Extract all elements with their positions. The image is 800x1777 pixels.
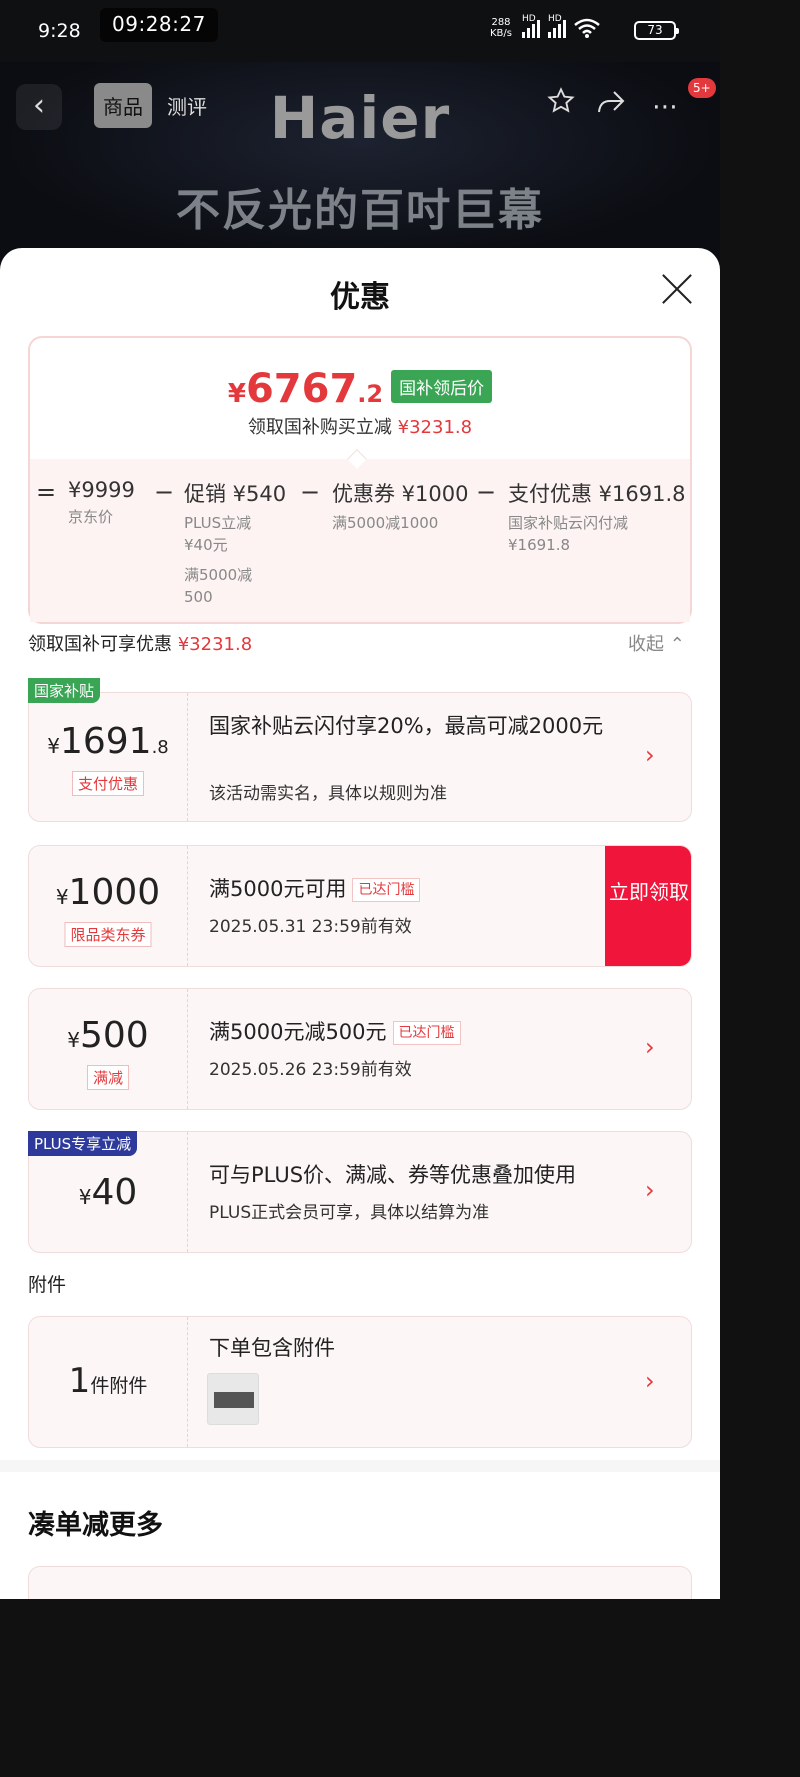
- chevron-right-icon: ›: [645, 1367, 655, 1395]
- status-bar: 9:28 09:28:27 288 KB/s HD HD 73: [0, 0, 720, 62]
- coupon-card[interactable]: ¥1000 限品类东券 满5000元可用 已达门槛 2025.05.31 23:5…: [28, 845, 692, 967]
- threshold-met-tag: 已达门槛: [392, 1021, 461, 1045]
- claim-button[interactable]: 立即领取: [605, 846, 691, 966]
- plus-sub: PLUS正式会员可享，具体以结算为准: [209, 1203, 490, 1223]
- subsidy-tag: 支付优惠: [71, 771, 145, 796]
- coupon-tag: 限品类东券: [64, 922, 152, 947]
- signal-icon: HD: [522, 14, 540, 38]
- subsidy-sub: 该活动需实名，具体以规则为准: [209, 784, 447, 804]
- op-equals: =: [36, 478, 57, 506]
- price-summary: ¥6767.2 国补领后价 领取国补购买立减 ¥3231.8 = ¥9999 京东…: [28, 336, 692, 624]
- accessory-count: 1件附件: [68, 1361, 148, 1401]
- breakdown-promotion: 促销 ¥540 PLUS立减 ¥40元 满5000减 500: [184, 482, 287, 606]
- subsidy-title: 国家补贴云闪付享20%，最高可减2000元: [209, 714, 604, 738]
- notification-badge: 5+: [688, 78, 716, 98]
- network-speed: 288 KB/s: [490, 17, 512, 39]
- final-price-sub: 领取国补购买立减 ¥3231.8: [247, 417, 473, 438]
- close-icon[interactable]: [660, 272, 694, 306]
- sheet-title: 优惠: [330, 280, 390, 315]
- reduction-tag: 满减: [86, 1065, 130, 1090]
- coupon-expiry: 2025.05.31 23:59前有效: [209, 917, 412, 937]
- section-gap: [0, 1460, 720, 1472]
- battery-icon: 73: [634, 21, 679, 40]
- tab-product[interactable]: 商品: [94, 83, 152, 128]
- subsidy-amount: ¥1691.8: [47, 721, 169, 762]
- op-minus-3: −: [476, 478, 497, 506]
- plus-amount: ¥40: [78, 1172, 138, 1213]
- share-icon[interactable]: [588, 84, 634, 130]
- card-divider: [187, 989, 188, 1109]
- chevron-right-icon: ›: [645, 1176, 655, 1204]
- coupon-title: 满5000元可用 已达门槛: [209, 874, 421, 905]
- chevron-right-icon: ›: [645, 741, 655, 769]
- accessory-thumbnail: [207, 1373, 259, 1425]
- tab-review[interactable]: 测评: [158, 83, 216, 128]
- plus-corner-badge: PLUS专享立减: [28, 1131, 138, 1156]
- more-discounts-card[interactable]: [28, 1566, 692, 1599]
- hero-slogan: 不反光的百吋巨幕: [176, 185, 544, 236]
- subsidy-card[interactable]: ¥1691.8 支付优惠 国家补贴云闪付享20%，最高可减2000元 该活动需实…: [28, 692, 692, 822]
- reduction-expiry: 2025.05.26 23:59前有效: [209, 1060, 412, 1080]
- subsidy-price-tag: 国补领后价: [391, 370, 493, 403]
- floating-clock: 09:28:27: [100, 8, 218, 42]
- product-hero: Haier 不反光的百吋巨幕 ‹ 商品 测评 ⋯ 5+: [0, 62, 720, 262]
- signal-icon-2: HD: [548, 14, 566, 38]
- product-tabs: 商品 测评: [94, 83, 216, 128]
- op-minus-1: −: [154, 478, 175, 506]
- op-minus-2: −: [300, 478, 321, 506]
- subsidy-corner-badge: 国家补贴: [28, 678, 101, 703]
- reduction-amount: ¥500: [67, 1015, 149, 1056]
- chevron-left-icon: ‹: [33, 88, 45, 123]
- back-button[interactable]: ‹: [16, 84, 62, 130]
- breakdown-jd-price: ¥9999 京东价: [68, 478, 135, 526]
- discount-sheet: 优惠 ¥6767.2 国补领后价 领取国补购买立减 ¥3231.8 = ¥9999…: [0, 248, 720, 1599]
- card-divider: [187, 846, 188, 966]
- subsidy-section-title: 领取国补可享优惠 ¥3231.8: [28, 634, 253, 655]
- collapse-toggle[interactable]: 收起 ⌃: [628, 630, 685, 656]
- breakdown-payment: 支付优惠 ¥1691.8 国家补贴云闪付减 ¥1691.8: [508, 482, 686, 554]
- coupon-amount: ¥1000: [55, 872, 161, 913]
- accessory-section-title: 附件: [28, 1274, 67, 1296]
- wifi-icon: [574, 18, 600, 38]
- accessory-card[interactable]: 1件附件 下单包含附件 ›: [28, 1316, 692, 1448]
- card-divider: [187, 1317, 188, 1447]
- status-time: 9:28: [38, 20, 81, 42]
- accessory-title: 下单包含附件: [209, 1336, 335, 1360]
- more-icon[interactable]: ⋯: [642, 84, 688, 130]
- final-price: ¥6767.2 国补领后价: [30, 366, 690, 412]
- more-discounts-title: 凑单减更多: [28, 1510, 163, 1541]
- threshold-met-tag: 已达门槛: [352, 878, 421, 902]
- card-divider: [187, 1132, 188, 1252]
- star-icon[interactable]: [538, 84, 584, 130]
- reduction-title: 满5000元减500元 已达门槛: [209, 1017, 461, 1048]
- reduction-card[interactable]: ¥500 满减 满5000元减500元 已达门槛 2025.05.26 23:59…: [28, 988, 692, 1110]
- card-divider: [187, 693, 188, 821]
- signal-icons: HD HD: [522, 14, 600, 38]
- breakdown-coupon: 优惠券 ¥1000 满5000减1000: [332, 482, 469, 532]
- plus-title: 可与PLUS价、满减、券等优惠叠加使用: [209, 1163, 577, 1187]
- chevron-right-icon: ›: [645, 1033, 655, 1061]
